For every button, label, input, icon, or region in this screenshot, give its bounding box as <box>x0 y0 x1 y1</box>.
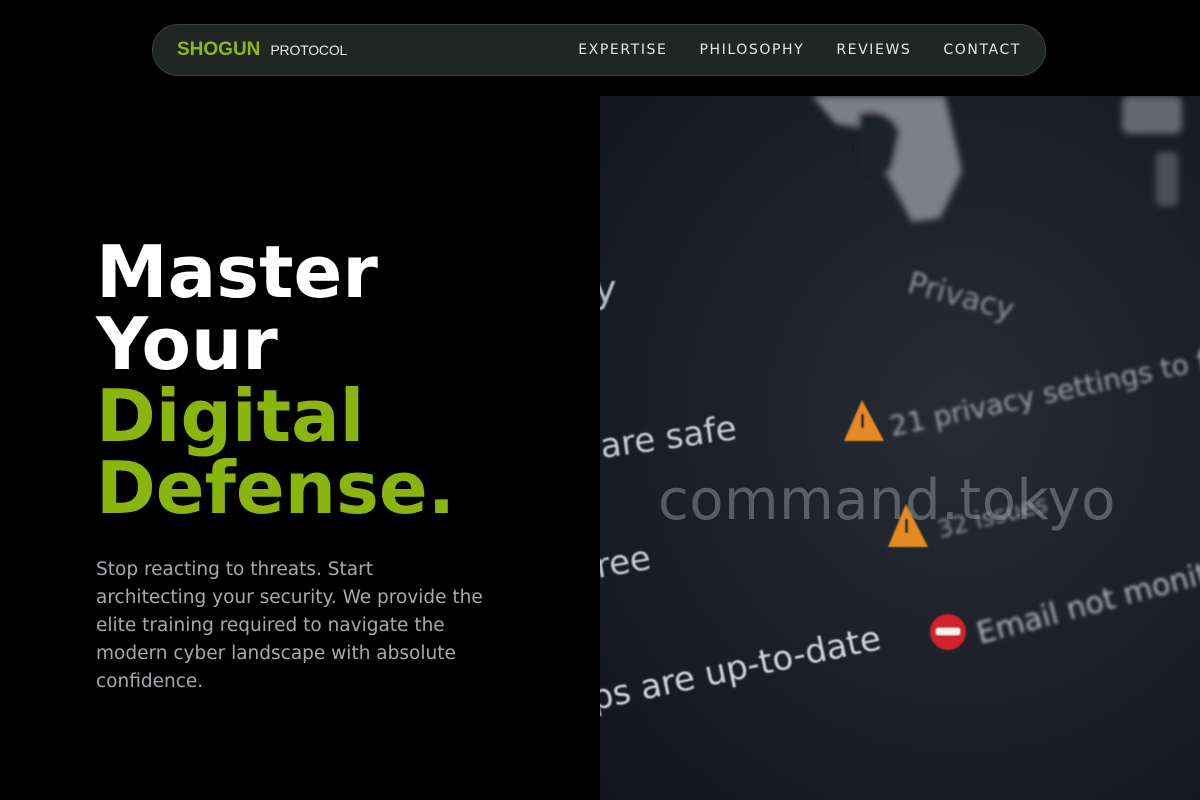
nav-link-expertise[interactable]: EXPERTISE <box>578 42 667 58</box>
headline-line-3: Digital <box>96 374 365 458</box>
nav-link-reviews[interactable]: REVIEWS <box>836 42 911 58</box>
security-screen-photo: Privacy y are safe 21 privacy settings t… <box>600 96 1200 719</box>
hero-image: Privacy y are safe 21 privacy settings t… <box>600 96 1200 800</box>
screen-text-y: y <box>600 267 617 311</box>
logo-brand-name: SHOGUN <box>177 39 261 60</box>
nav-links: EXPERTISE PHILOSOPHY REVIEWS CONTACT <box>578 42 1021 58</box>
top-navbar: SHOGUN PROTOCOL EXPERTISE PHILOSOPHY REV… <box>152 24 1046 76</box>
nav-link-contact[interactable]: CONTACT <box>943 42 1021 58</box>
top-right-blur-shape <box>1122 96 1182 206</box>
screen-text-email-status: Email not monitored <box>973 539 1200 652</box>
logo[interactable]: SHOGUN PROTOCOL <box>177 39 347 61</box>
screen-text-apps-up-to-date: ps are up-to-date <box>600 618 884 718</box>
headline-line-4: Defense. <box>96 446 456 530</box>
hero-section: Master Your Digital Defense. Stop reacti… <box>96 236 566 696</box>
watermark-caption: command.tokyo <box>658 468 1116 533</box>
screen-text-ree: ree <box>600 538 654 587</box>
nav-link-philosophy[interactable]: PHILOSOPHY <box>699 42 804 58</box>
warning-icon <box>844 400 884 441</box>
landing-page: SHOGUN PROTOCOL EXPERTISE PHILOSOPHY REV… <box>0 0 1200 800</box>
hero-headline: Master Your Digital Defense. <box>96 236 566 524</box>
hero-subtext: Stop reacting to threats. Start architec… <box>96 559 483 692</box>
blocked-icon <box>930 614 966 650</box>
screen-text-are-safe: are safe <box>600 408 739 467</box>
logo-brand-sub: PROTOCOL <box>270 42 348 58</box>
headline-line-2: Your <box>96 302 278 386</box>
headline-line-1: Master <box>96 230 378 314</box>
shield-icon <box>812 96 962 222</box>
screen-text-privacy: Privacy <box>904 266 1018 328</box>
screen-text-privacy-settings: 21 privacy settings to fix <box>887 338 1200 443</box>
